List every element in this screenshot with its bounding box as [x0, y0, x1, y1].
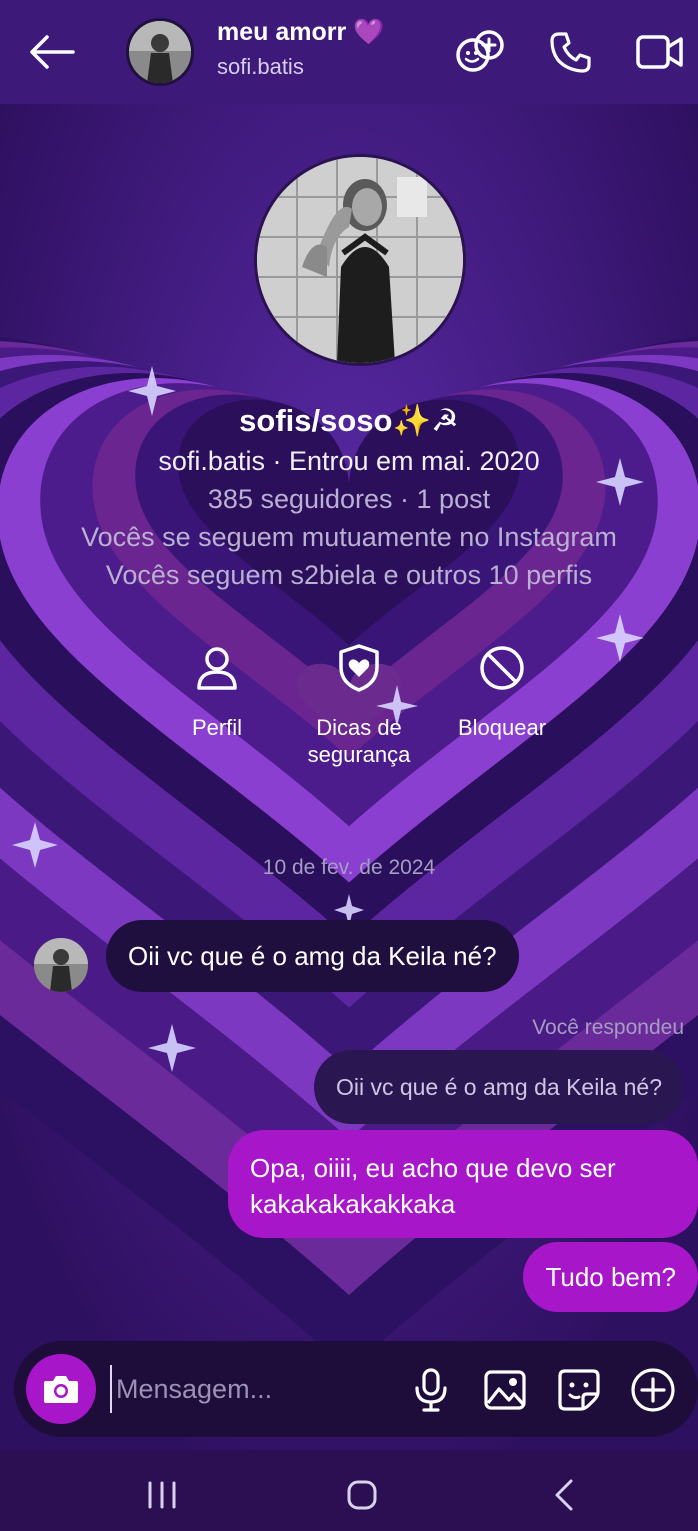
conversation-date: 10 de fev. de 2024	[262, 856, 436, 879]
outgoing-message[interactable]: Tudo bem?	[523, 1242, 698, 1312]
camera-button[interactable]	[26, 1354, 96, 1424]
effects-button[interactable]	[452, 24, 508, 80]
gallery-button[interactable]	[480, 1365, 530, 1415]
microphone-icon	[415, 1368, 447, 1412]
message-composer	[14, 1341, 698, 1437]
profile-photo	[257, 157, 463, 363]
effects-icon	[456, 30, 504, 72]
contact-username[interactable]: sofi.batis	[217, 54, 304, 80]
plus-icon	[631, 1368, 675, 1412]
home-button[interactable]	[332, 1470, 392, 1520]
voice-message-button[interactable]	[406, 1365, 456, 1415]
recent-apps-icon	[148, 1481, 176, 1509]
system-navigation-bar	[0, 1450, 698, 1531]
avatar-photo	[129, 21, 191, 83]
quoted-message[interactable]: Oii vc que é o amg da Keila né?	[313, 1050, 684, 1124]
profile-action-label: Perfil	[191, 715, 243, 740]
profile-action-button[interactable]: Perfil	[142, 640, 292, 741]
avatar-photo	[34, 938, 88, 992]
gallery-icon	[484, 1370, 526, 1410]
video-camera-icon	[636, 35, 683, 69]
back-arrow-icon	[30, 35, 75, 69]
contact-name[interactable]: meu amorr 💜	[217, 18, 384, 47]
sticker-icon	[558, 1369, 600, 1411]
sticker-button[interactable]	[554, 1365, 604, 1415]
incoming-message[interactable]: Oii vc que é o amg da Keila né?	[106, 920, 519, 992]
phone-icon	[550, 32, 591, 73]
block-icon	[480, 646, 524, 690]
message-input[interactable]	[110, 1365, 390, 1413]
home-icon	[347, 1480, 377, 1510]
back-button[interactable]	[22, 26, 82, 78]
profile-stats: 385 seguidores · 1 post	[207, 484, 491, 514]
chat-header: meu amorr 💜 sofi.batis	[0, 0, 698, 104]
shield-heart-icon	[339, 644, 379, 692]
mutual-follow-info: Vocês se seguem mutuamente no Instagram	[81, 522, 617, 552]
safety-tips-label: Dicas de segurança	[307, 715, 411, 767]
header-avatar[interactable]	[126, 18, 194, 86]
profile-picture[interactable]	[254, 154, 466, 366]
safety-tips-button[interactable]: Dicas de segurança	[284, 640, 434, 768]
block-button[interactable]: Bloquear	[427, 640, 577, 741]
system-back-button[interactable]	[534, 1470, 594, 1520]
recent-apps-button[interactable]	[132, 1470, 192, 1520]
profile-display-name: sofis/soso✨☭	[239, 403, 459, 438]
message-sender-avatar[interactable]	[34, 938, 88, 992]
person-icon	[197, 647, 237, 690]
block-label: Bloquear	[457, 715, 547, 740]
outgoing-message[interactable]: Opa, oiiii, eu acho que devo ser kakakak…	[228, 1130, 698, 1238]
profile-username-joined: sofi.batis · Entrou em mai. 2020	[158, 446, 540, 476]
back-icon	[555, 1479, 573, 1511]
call-button[interactable]	[543, 24, 599, 80]
more-options-button[interactable]	[628, 1365, 678, 1415]
mutual-followers-info: Vocês seguem s2biela e outros 10 perfis	[105, 560, 593, 590]
camera-icon	[44, 1376, 78, 1403]
video-call-button[interactable]	[632, 24, 688, 80]
reply-indicator: Você respondeu	[532, 1016, 684, 1039]
